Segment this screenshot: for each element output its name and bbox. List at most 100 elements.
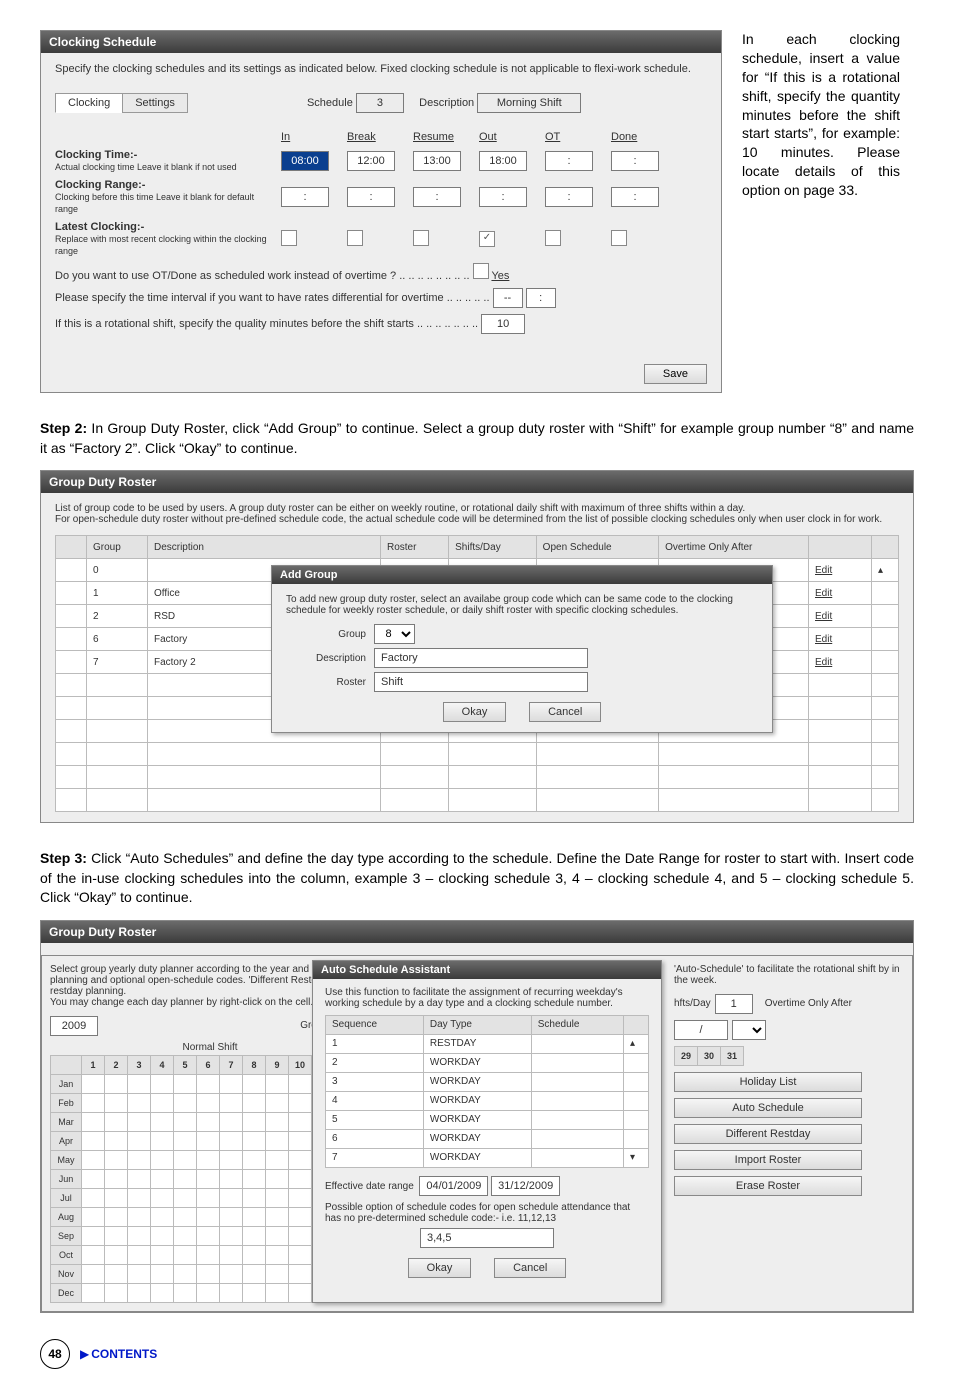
clocking-range-label: Clocking Range:- Clocking before this ti… — [55, 179, 275, 215]
col-done: Done — [611, 131, 671, 143]
time-out[interactable]: 18:00 — [479, 151, 527, 171]
col-in: In — [281, 131, 341, 143]
tab-clocking[interactable]: Clocking — [55, 93, 123, 113]
erase-roster-button[interactable]: Erase Roster — [674, 1176, 862, 1196]
q1-check[interactable] — [473, 263, 489, 279]
latest-out-check[interactable] — [479, 231, 495, 247]
q3-text: If this is a rotational shift, specify t… — [55, 318, 478, 330]
eff-date-to[interactable]: 31/12/2009 — [491, 1176, 560, 1196]
side-paragraph: In each clocking schedule, insert a valu… — [742, 30, 900, 200]
range-resume[interactable]: : — [413, 187, 461, 207]
ov-value[interactable]: / — [674, 1020, 728, 1040]
time-break[interactable]: 12:00 — [347, 151, 395, 171]
import-roster-button[interactable]: Import Roster — [674, 1150, 862, 1170]
m-group-label: Group — [286, 629, 366, 640]
save-button[interactable]: Save — [644, 364, 707, 384]
poss-input[interactable]: 3,4,5 — [420, 1228, 554, 1248]
cancel-button[interactable]: Cancel — [529, 702, 601, 722]
table-row — [56, 766, 899, 789]
group-duty-roster-dialog-2: Group Duty Roster Select group yearly du… — [40, 920, 914, 1313]
eff-date-label: Effective date range — [325, 1181, 414, 1192]
edit-link[interactable]: Edit — [809, 559, 872, 582]
latest-break-check[interactable] — [347, 230, 363, 246]
col-ot: OT — [545, 131, 605, 143]
table-row — [56, 789, 899, 812]
latest-resume-check[interactable] — [413, 230, 429, 246]
table-row — [56, 743, 899, 766]
hfts-value[interactable]: 1 — [715, 994, 753, 1014]
auto-assistant-title: Auto Schedule Assistant — [313, 961, 661, 979]
group-roster-title: Group Duty Roster — [41, 471, 913, 493]
m-desc-label: Description — [286, 653, 366, 664]
auto-schedule-button[interactable]: Auto Schedule — [674, 1098, 862, 1118]
col-resume: Resume — [413, 131, 473, 143]
edit-link[interactable]: Edit — [809, 651, 872, 674]
m-group-select[interactable]: 8 — [374, 624, 415, 644]
year-spinner[interactable]: 2009 — [50, 1016, 98, 1036]
range-in[interactable]: : — [281, 187, 329, 207]
hfts-label: hfts/Day — [674, 998, 711, 1009]
q1-yes: Yes — [491, 270, 509, 282]
page-number: 48 — [40, 1339, 70, 1369]
contents-link[interactable]: CONTENTS — [91, 1347, 157, 1361]
description-value: Morning Shift — [477, 93, 581, 113]
clocking-time-label: Clocking Time:- Actual clocking time Lea… — [55, 149, 275, 173]
q2-b[interactable]: : — [526, 288, 556, 308]
okay-button[interactable]: Okay — [443, 702, 507, 722]
auto-assistant-table[interactable]: SequenceDay TypeSchedule 1RESTDAY▴ 2WORK… — [325, 1015, 649, 1168]
clocking-intro: Specify the clocking schedules and its s… — [55, 63, 707, 75]
auto-assistant-intro: Use this function to facilitate the assi… — [325, 987, 649, 1009]
description-label: Description — [419, 97, 474, 109]
group-roster-intro: List of group code to be used by users. … — [55, 503, 899, 525]
different-restday-button[interactable]: Different Restday — [674, 1124, 862, 1144]
step2-text: Step 2: In Group Duty Roster, click “Add… — [40, 419, 914, 458]
col-break: Break — [347, 131, 407, 143]
okay-button[interactable]: Okay — [408, 1258, 472, 1278]
latest-clocking-label: Latest Clocking:- Replace with most rece… — [55, 221, 275, 257]
ov-label: Overtime Only After — [765, 998, 852, 1009]
triangle-icon: ▶ — [80, 1347, 89, 1361]
auto-schedule-assistant-modal: Auto Schedule Assistant Use this functio… — [312, 960, 662, 1303]
time-done[interactable]: : — [611, 151, 659, 171]
range-done[interactable]: : — [611, 187, 659, 207]
schedule-label: Schedule — [307, 97, 353, 109]
scroll-up-icon[interactable]: ▴ — [624, 1034, 649, 1053]
edit-link[interactable]: Edit — [809, 628, 872, 651]
time-resume[interactable]: 13:00 — [413, 151, 461, 171]
q2-a[interactable]: -- — [493, 288, 523, 308]
range-out[interactable]: : — [479, 187, 527, 207]
latest-done-check[interactable] — [611, 230, 627, 246]
latest-in-check[interactable] — [281, 230, 297, 246]
m-desc-input[interactable]: Factory — [374, 648, 588, 668]
clocking-schedule-title: Clocking Schedule — [41, 31, 721, 53]
edit-link[interactable]: Edit — [809, 605, 872, 628]
edit-link[interactable]: Edit — [809, 582, 872, 605]
add-group-modal: Add Group To add new group duty roster, … — [271, 565, 773, 733]
clocking-schedule-dialog: Clocking Schedule Specify the clocking s… — [40, 30, 722, 393]
m-roster-input[interactable]: Shift — [374, 672, 588, 692]
range-ot[interactable]: : — [545, 187, 593, 207]
eff-date-from[interactable]: 04/01/2009 — [419, 1176, 488, 1196]
day-tail-grid: 293031 — [674, 1046, 744, 1066]
holiday-list-button[interactable]: Holiday List — [674, 1072, 862, 1092]
m-roster-label: Roster — [286, 677, 366, 688]
ov-select[interactable] — [732, 1020, 766, 1040]
range-break[interactable]: : — [347, 187, 395, 207]
group-roster-title-2: Group Duty Roster — [41, 921, 913, 943]
schedule-value: 3 — [356, 93, 404, 113]
latest-ot-check[interactable] — [545, 230, 561, 246]
tab-settings[interactable]: Settings — [122, 93, 188, 113]
scroll-down-icon[interactable]: ▾ — [624, 1148, 649, 1167]
q3-val[interactable]: 10 — [481, 314, 525, 334]
q2-text: Please specify the time interval if you … — [55, 292, 490, 304]
poss-label: Possible option of schedule codes for op… — [325, 1202, 649, 1224]
add-group-title: Add Group — [272, 566, 772, 584]
q1-text: Do you want to use OT/Done as scheduled … — [55, 270, 470, 282]
scroll-up-icon[interactable]: ▴ — [872, 559, 899, 582]
auto-sched-note: 'Auto-Schedule' to facilitate the rotati… — [674, 964, 904, 986]
year-planner-grid[interactable]: 12345678910 Jan Feb Mar Apr May Jun Jul … — [50, 1055, 312, 1303]
cancel-button[interactable]: Cancel — [494, 1258, 566, 1278]
time-ot[interactable]: : — [545, 151, 593, 171]
group-duty-roster-dialog: Group Duty Roster List of group code to … — [40, 470, 914, 823]
time-in[interactable]: 08:00 — [281, 151, 329, 171]
